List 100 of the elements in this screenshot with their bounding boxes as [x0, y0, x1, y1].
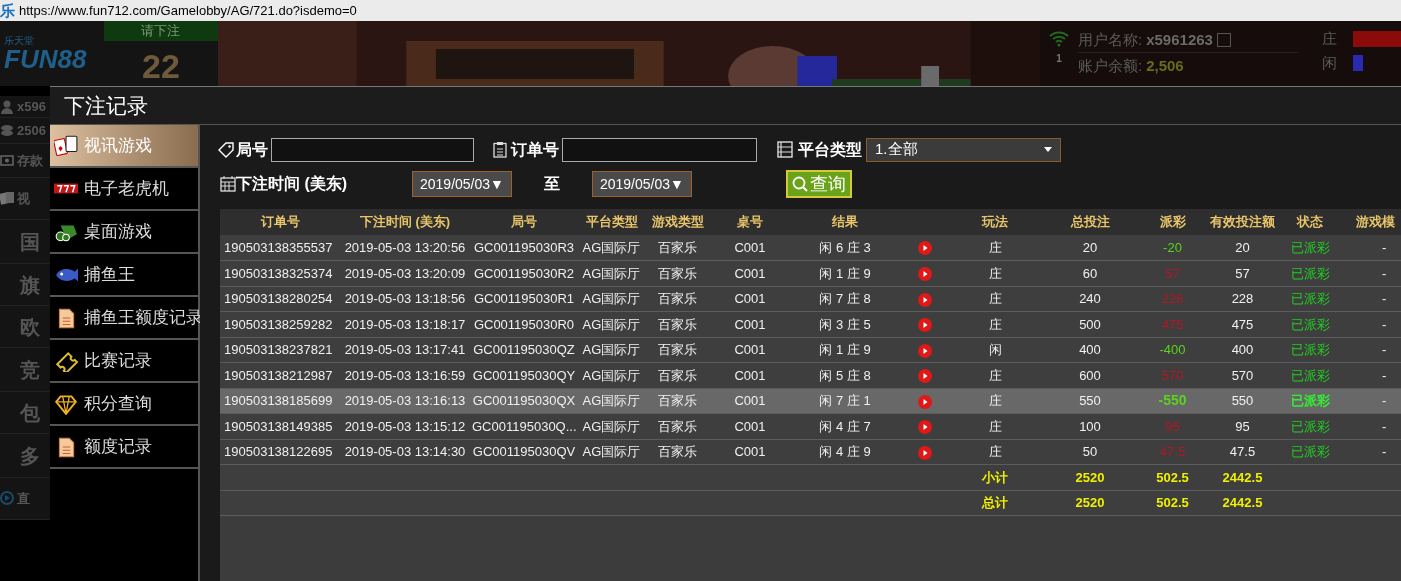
table-cell: -: [1340, 286, 1401, 312]
table-row[interactable]: 190503138149385 2019-05-03 13:15:12 GC001195030Q... AG国际厅 百家乐 C001 闲 4 庄 7 庄 100 95 95 已派彩 -: [220, 413, 1401, 439]
table-cell: GC001195030QZ: [470, 337, 578, 363]
table-cell: 2019-05-03 13:18:17: [340, 311, 470, 337]
to-label: 至: [543, 174, 560, 194]
table-cell: AG国际厅: [578, 362, 645, 388]
column-header: 局号: [470, 209, 578, 235]
play-button[interactable]: [918, 394, 932, 409]
round-input[interactable]: [271, 137, 474, 162]
table-cell: 2520: [1040, 464, 1140, 490]
table-cell: GC001195030QY: [470, 362, 578, 388]
table-cell: 总计: [950, 490, 1040, 516]
table-cell: 190503138280254: [220, 286, 340, 312]
table-cell: -400: [1159, 342, 1186, 357]
table-cell: 550: [1040, 388, 1140, 414]
table-cell: 2442.5: [1205, 490, 1280, 516]
table-cell: GC001195030R0: [470, 311, 578, 337]
table-cell: 庄: [950, 235, 1040, 261]
table-cell: 已派彩: [1280, 413, 1340, 439]
table-cell: C001: [710, 311, 790, 337]
list-icon: [777, 141, 793, 158]
table-cell: AG国际厅: [578, 311, 645, 337]
table-cell: -20: [1163, 239, 1182, 255]
column-header: 结果: [790, 209, 900, 235]
table-cell: 闲 1 庄 9: [790, 337, 900, 363]
column-header: 下注时间 (美东): [340, 209, 470, 235]
table-cell: 47.5: [1159, 444, 1186, 459]
play-button[interactable]: [918, 369, 932, 384]
table-cell: 20: [1040, 235, 1140, 261]
person-icon: [0, 99, 14, 114]
diamond-icon: [54, 392, 78, 415]
table-cell: 2442.5: [1205, 464, 1280, 490]
play-button[interactable]: [918, 445, 932, 460]
column-header: 订单号: [220, 209, 340, 235]
date-from-select[interactable]: 2019/05/03▼: [412, 171, 512, 197]
cards-icon: [54, 134, 78, 157]
roadmap-label: 庄: [1322, 28, 1337, 49]
table-cell: 240: [1040, 286, 1140, 312]
table-cell: 百家乐: [645, 311, 710, 337]
table-row[interactable]: 190503138280254 2019-05-03 13:18:56 GC001195030R1 AG国际厅 百家乐 C001 闲 7 庄 8 庄 240 228 228 已派彩 -: [220, 286, 1401, 312]
table-cell: 闲 6 庄 3: [790, 235, 900, 261]
coins-icon: [0, 123, 14, 138]
table-cell: 庄: [950, 413, 1040, 439]
logo-subtitle: 乐天堂: [4, 35, 35, 46]
wifi-icon: [1048, 29, 1070, 47]
column-header: 总投注: [1040, 209, 1140, 235]
table-cell: 570: [1205, 362, 1280, 388]
cards-icon: [0, 191, 14, 206]
table-cell: 2019-05-03 13:18:56: [340, 286, 470, 312]
play-button[interactable]: [918, 420, 932, 435]
site-icon: 乐: [0, 3, 15, 18]
table-cell: C001: [710, 439, 790, 465]
column-header: 平台类型: [578, 209, 645, 235]
table-cell: GC001195030Q...: [470, 413, 578, 439]
dialog-title: 下注记录: [64, 92, 148, 119]
table-cell: 庄: [950, 439, 1040, 465]
table-cell: 400: [1040, 337, 1140, 363]
date-to-select[interactable]: 2019/05/03▼: [591, 171, 692, 197]
table-row[interactable]: 190503138355537 2019-05-03 13:20:56 GC001195030R3 AG国际厅 百家乐 C001 闲 6 庄 3 庄 20 -20 20 已派彩 -: [220, 235, 1401, 261]
table-cell: 502.5: [1140, 490, 1205, 516]
table-cell: 2019-05-03 13:15:12: [340, 413, 470, 439]
table-row[interactable]: 190503138259282 2019-05-03 13:18:17 GC001195030R0 AG国际厅 百家乐 C001 闲 3 庄 5 庄 500 475 475 已派彩 -: [220, 311, 1401, 337]
table-cell: 已派彩: [1280, 439, 1340, 465]
play-button[interactable]: [918, 292, 932, 307]
table-cell: 47.5: [1205, 439, 1280, 465]
play-button[interactable]: [918, 318, 932, 333]
table-cell: 百家乐: [645, 362, 710, 388]
table-cell: AG国际厅: [578, 337, 645, 363]
play-button[interactable]: [918, 343, 932, 358]
table-cell: 百家乐: [645, 235, 710, 261]
clipboard-icon: [492, 141, 508, 158]
table-cell: -: [1340, 337, 1401, 363]
table-row[interactable]: 190503138212987 2019-05-03 13:16:59 GC001195030QY AG国际厅 百家乐 C001 闲 5 庄 8 庄 600 570 570 已派彩 -: [220, 362, 1401, 388]
table-cell: 228: [1161, 291, 1184, 306]
order-input[interactable]: [562, 137, 757, 162]
table-row[interactable]: 190503138325374 2019-05-03 13:20:09 GC001195030R2 AG国际厅 百家乐 C001 闲 1 庄 9 庄 60 57 57 已派彩 -: [220, 260, 1401, 286]
address-bar-url[interactable]: https://www.fun712.com/Gamelobby/AG/721.do?isdemo=0: [19, 0, 357, 21]
table-cell: -: [1340, 311, 1401, 337]
table-cell: 庄: [950, 260, 1040, 286]
round-label: 局号: [236, 139, 268, 160]
network-count: 1: [1056, 52, 1062, 66]
table-cell: 190503138212987: [220, 362, 340, 388]
table-cell: 闲: [950, 337, 1040, 363]
table-cell: 百家乐: [645, 413, 710, 439]
platform-select[interactable]: 1.全部: [866, 137, 1061, 162]
search-icon: [791, 176, 808, 192]
table-row[interactable]: 190503138122695 2019-05-03 13:14:30 GC001195030QV AG国际厅 百家乐 C001 闲 4 庄 9 庄 50 47.5 47.5 已派彩 -: [220, 439, 1401, 465]
play-button[interactable]: [918, 241, 932, 256]
table-cell: 190503138122695: [220, 439, 340, 465]
table-cell: 小计: [950, 464, 1040, 490]
table-cell: 2019-05-03 13:17:41: [340, 337, 470, 363]
table-cell: 190503138355537: [220, 235, 340, 261]
table-cell: 庄: [950, 311, 1040, 337]
table-row[interactable]: 190503138185699 2019-05-03 13:16:13 GC001195030QX AG国际厅 百家乐 C001 闲 7 庄 1 庄 550 -550 550 已派彩 -: [220, 388, 1401, 414]
table-cell: -: [1340, 260, 1401, 286]
play-button[interactable]: [918, 267, 932, 282]
table-cell: 2019-05-03 13:14:30: [340, 439, 470, 465]
bet-prompt: 请下注: [104, 21, 218, 41]
table-row[interactable]: 190503138237821 2019-05-03 13:17:41 GC001195030QZ AG国际厅 百家乐 C001 闲 1 庄 9 闲 400 -400 400 已派彩 -: [220, 337, 1401, 363]
table-cell: 20: [1205, 235, 1280, 261]
